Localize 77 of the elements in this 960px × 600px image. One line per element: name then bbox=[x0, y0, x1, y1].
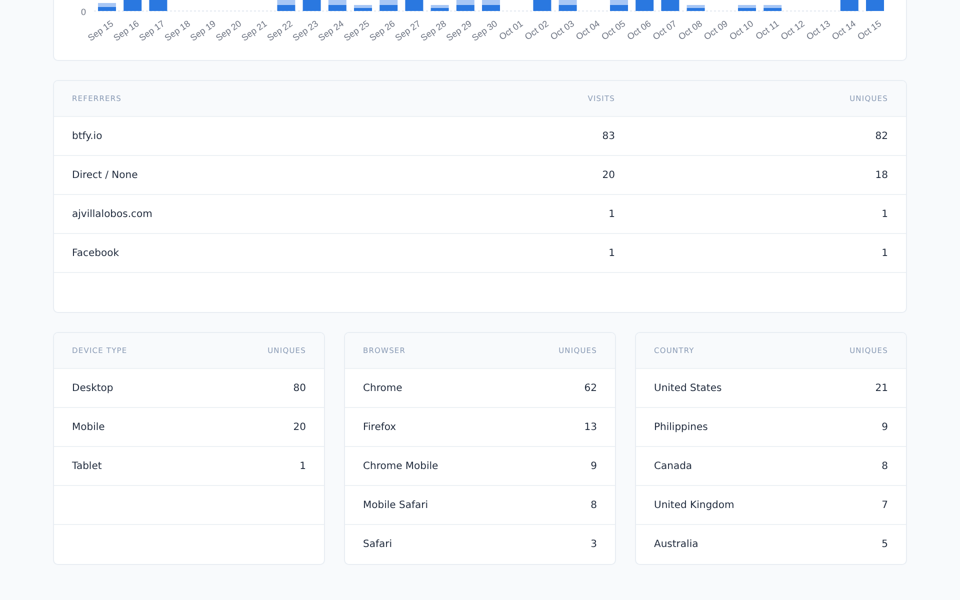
x-axis-label: Oct 10 bbox=[728, 18, 756, 42]
table-cell-text: 13 bbox=[583, 422, 597, 432]
table-cell-text: 7 bbox=[880, 500, 888, 510]
table-cell-text: 21 bbox=[874, 382, 888, 394]
chart-bar bbox=[277, 0, 296, 11]
chart-bar bbox=[764, 5, 782, 11]
chart-bar bbox=[482, 0, 500, 11]
table-cell-text: 80 bbox=[292, 382, 306, 394]
x-axis-label: Oct 02 bbox=[522, 18, 550, 42]
table-cell-text: 1 bbox=[608, 208, 615, 220]
x-axis-label: Oct 05 bbox=[600, 18, 628, 42]
chart-bar bbox=[149, 0, 168, 11]
table-cell-text: Philippines bbox=[654, 422, 709, 432]
chart-bar bbox=[380, 0, 398, 11]
table-cell-text: Chrome bbox=[363, 382, 404, 394]
chart-bar bbox=[98, 3, 116, 11]
table-cell-text: 1 bbox=[298, 460, 306, 472]
chart-bar bbox=[661, 0, 680, 11]
table-cell-text: 20 bbox=[292, 422, 306, 432]
chart-bar bbox=[456, 0, 474, 11]
x-axis-label: Oct 06 bbox=[625, 18, 653, 42]
table-cell-text: 8 bbox=[880, 460, 888, 472]
chart-bar bbox=[636, 0, 654, 11]
chart-bar bbox=[866, 0, 884, 11]
table-cell-text: Facebook bbox=[72, 248, 120, 258]
chart-bar bbox=[738, 5, 756, 11]
table-cell-text: 1 bbox=[880, 248, 888, 258]
chart-bar bbox=[405, 0, 424, 11]
table-cell-text: 1 bbox=[608, 248, 615, 258]
x-axis-label: Oct 09 bbox=[702, 18, 730, 42]
table-cell-text: United Kingdom bbox=[654, 500, 736, 510]
chart-bar bbox=[328, 0, 346, 11]
table-cell-text: 62 bbox=[583, 382, 597, 394]
table-cell-text: 8 bbox=[590, 500, 597, 510]
table-cell-text: Mobile bbox=[72, 422, 106, 432]
table-cell-text: 82 bbox=[874, 130, 888, 142]
table-cell-text: 9 bbox=[880, 422, 888, 432]
chart-bar bbox=[302, 0, 321, 11]
table-cell-text: Desktop bbox=[72, 382, 114, 394]
x-axis-label: Oct 12 bbox=[778, 18, 806, 42]
table-cell-text: Tablet bbox=[72, 460, 103, 472]
table-cell-text: Canada bbox=[654, 460, 694, 472]
x-axis-label: Oct 14 bbox=[830, 18, 858, 42]
table-cell-text: Direct / None bbox=[72, 170, 139, 180]
x-axis-label: Sep 30 bbox=[470, 18, 500, 43]
table-cell-text: 20 bbox=[601, 170, 615, 180]
table-cell-text: 9 bbox=[590, 460, 597, 472]
table-cell-text: btfy.io bbox=[72, 130, 104, 142]
x-axis-label: Oct 03 bbox=[548, 18, 576, 42]
chart-bar bbox=[610, 0, 628, 11]
x-axis-label: Oct 01 bbox=[497, 18, 525, 42]
x-axis-label: Oct 13 bbox=[804, 18, 832, 42]
chart-bar bbox=[124, 0, 142, 11]
table-cell-text: Chrome Mobile bbox=[363, 460, 440, 472]
table-cell-text: Mobile Safari bbox=[363, 500, 429, 510]
table-cell-text: Firefox bbox=[363, 422, 398, 432]
x-axis-label: Oct 04 bbox=[574, 18, 602, 42]
table-cell-text: Australia bbox=[654, 539, 700, 550]
chart-bar bbox=[558, 0, 577, 11]
table-cell-text: 18 bbox=[874, 170, 888, 180]
table-cell-text: 1 bbox=[880, 208, 888, 220]
y-axis-label: 0 bbox=[80, 7, 86, 17]
table-cell-text: Safari bbox=[363, 539, 394, 550]
x-axis-label: Oct 11 bbox=[754, 18, 781, 42]
table-cell-text: United States bbox=[654, 382, 723, 394]
chart-bar bbox=[533, 0, 552, 11]
chart-bar bbox=[686, 5, 705, 11]
table-cell-text: 5 bbox=[880, 539, 888, 550]
x-axis-label: Oct 15 bbox=[856, 18, 884, 42]
chart-bar bbox=[354, 5, 372, 11]
table-cell-text: 3 bbox=[590, 539, 597, 550]
x-axis-label: Oct 07 bbox=[650, 18, 678, 42]
chart-bar bbox=[840, 0, 858, 11]
table-cell-text: 83 bbox=[601, 130, 615, 142]
x-axis-label: Oct 08 bbox=[676, 18, 704, 42]
chart-bar bbox=[430, 5, 449, 11]
table-cell-text: ajvillalobos.com bbox=[72, 208, 154, 220]
